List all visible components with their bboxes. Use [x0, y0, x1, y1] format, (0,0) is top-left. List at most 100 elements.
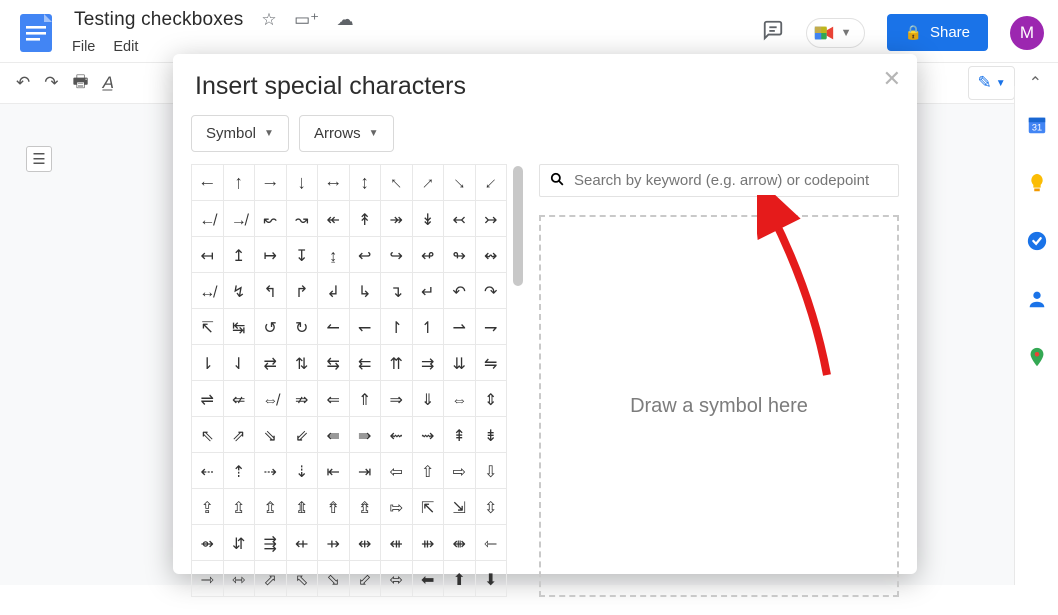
character-cell[interactable]: ⇽ — [475, 525, 507, 561]
character-cell[interactable]: ⇼ — [444, 525, 476, 561]
character-cell[interactable]: ↕ — [349, 165, 381, 201]
character-cell[interactable]: ⇡ — [223, 453, 255, 489]
character-cell[interactable]: ↸ — [192, 309, 224, 345]
character-cell[interactable]: ⇖ — [192, 417, 224, 453]
character-cell[interactable]: ↹ — [223, 309, 255, 345]
character-cell[interactable]: ⬅ — [412, 561, 444, 597]
character-cell[interactable]: ⇸ — [318, 525, 350, 561]
move-icon[interactable]: ▭⁺ — [294, 10, 319, 30]
character-cell[interactable]: ↬ — [444, 237, 476, 273]
star-icon[interactable]: ☆ — [261, 10, 276, 30]
character-cell[interactable]: ⬇ — [475, 561, 507, 597]
search-box[interactable] — [539, 164, 899, 197]
character-cell[interactable]: ⇨ — [444, 453, 476, 489]
character-cell[interactable]: ⇋ — [475, 345, 507, 381]
character-cell[interactable]: ⇢ — [255, 453, 287, 489]
maps-icon[interactable] — [1026, 346, 1048, 368]
undo-icon[interactable]: ↶ — [16, 73, 30, 93]
character-cell[interactable]: ⇕ — [475, 381, 507, 417]
editing-mode-button[interactable]: ✎ ▼ — [968, 66, 1014, 100]
character-cell[interactable]: ⇻ — [412, 525, 444, 561]
character-cell[interactable]: ⇏ — [286, 381, 318, 417]
character-cell[interactable]: ↮ — [192, 273, 224, 309]
character-cell[interactable]: ↯ — [223, 273, 255, 309]
character-cell[interactable]: ↘ — [444, 165, 476, 201]
calendar-icon[interactable]: 31 — [1026, 114, 1048, 136]
character-cell[interactable]: ⇈ — [381, 345, 413, 381]
character-cell[interactable]: ⇳ — [475, 489, 507, 525]
character-cell[interactable]: ⇾ — [192, 561, 224, 597]
character-cell[interactable]: ↤ — [192, 237, 224, 273]
character-cell[interactable]: ↨ — [318, 237, 350, 273]
character-cell[interactable]: ⇙ — [286, 417, 318, 453]
character-cell[interactable]: ↺ — [255, 309, 287, 345]
character-cell[interactable]: ⇧ — [412, 453, 444, 489]
character-cell[interactable]: ⇁ — [475, 309, 507, 345]
close-icon[interactable]: ✕ — [883, 66, 901, 92]
character-cell[interactable]: ⬄ — [381, 561, 413, 597]
character-cell[interactable]: ⇅ — [286, 345, 318, 381]
character-cell[interactable]: ↓ — [286, 165, 318, 201]
character-cell[interactable]: ↦ — [255, 237, 287, 273]
keep-icon[interactable] — [1026, 172, 1048, 194]
character-cell[interactable]: ⬁ — [286, 561, 318, 597]
share-button[interactable]: 🔒 Share — [887, 14, 988, 51]
character-cell[interactable]: ⇒ — [381, 381, 413, 417]
character-cell[interactable]: ⇄ — [255, 345, 287, 381]
character-cell[interactable]: ⇆ — [318, 345, 350, 381]
character-cell[interactable]: ↵ — [412, 273, 444, 309]
character-cell[interactable]: ↳ — [349, 273, 381, 309]
character-cell[interactable]: ⇗ — [223, 417, 255, 453]
character-cell[interactable]: ⇊ — [444, 345, 476, 381]
character-cell[interactable]: ⇝ — [412, 417, 444, 453]
character-cell[interactable]: ↫ — [412, 237, 444, 273]
character-cell[interactable]: ⇃ — [223, 345, 255, 381]
character-cell[interactable]: ⇇ — [349, 345, 381, 381]
character-cell[interactable]: ⇹ — [349, 525, 381, 561]
character-cell[interactable]: ⇑ — [349, 381, 381, 417]
character-cell[interactable]: ↔ — [318, 165, 350, 201]
character-cell[interactable]: ↴ — [381, 273, 413, 309]
character-cell[interactable]: ↭ — [475, 237, 507, 273]
character-cell[interactable]: ↡ — [412, 201, 444, 237]
character-cell[interactable]: ⇫ — [223, 489, 255, 525]
character-cell[interactable]: ⬆ — [444, 561, 476, 597]
subcategory-dropdown[interactable]: Arrows▼ — [299, 115, 394, 152]
draw-area[interactable]: Draw a symbol here — [539, 215, 899, 597]
comments-icon[interactable] — [762, 19, 784, 47]
character-cell[interactable]: ⇮ — [318, 489, 350, 525]
character-cell[interactable]: ⬀ — [255, 561, 287, 597]
character-cell[interactable]: ⇶ — [255, 525, 287, 561]
character-cell[interactable]: ⇬ — [255, 489, 287, 525]
character-cell[interactable]: ⬂ — [318, 561, 350, 597]
contacts-icon[interactable] — [1026, 288, 1048, 310]
character-cell[interactable]: ⇴ — [192, 525, 224, 561]
character-cell[interactable]: ⬃ — [349, 561, 381, 597]
character-cell[interactable]: ⇵ — [223, 525, 255, 561]
character-cell[interactable]: ⇞ — [444, 417, 476, 453]
character-cell[interactable]: ↾ — [381, 309, 413, 345]
character-cell[interactable]: ↱ — [286, 273, 318, 309]
character-cell[interactable]: ↶ — [444, 273, 476, 309]
character-cell[interactable]: ⇿ — [223, 561, 255, 597]
character-cell[interactable]: ↜ — [255, 201, 287, 237]
character-cell[interactable]: ↠ — [381, 201, 413, 237]
character-cell[interactable]: ⇺ — [381, 525, 413, 561]
character-cell[interactable]: ⇪ — [192, 489, 224, 525]
character-cell[interactable]: ⇣ — [286, 453, 318, 489]
character-cell[interactable]: ↩ — [349, 237, 381, 273]
character-cell[interactable]: ↽ — [349, 309, 381, 345]
character-cell[interactable]: ⇎ — [255, 381, 287, 417]
character-cell[interactable]: ↿ — [412, 309, 444, 345]
character-cell[interactable]: ↖ — [381, 165, 413, 201]
character-cell[interactable]: ⇤ — [318, 453, 350, 489]
character-cell[interactable]: ⇠ — [192, 453, 224, 489]
character-cell[interactable]: ↝ — [286, 201, 318, 237]
character-cell[interactable]: ⇐ — [318, 381, 350, 417]
character-cell[interactable]: ↛ — [223, 201, 255, 237]
scrollbar[interactable] — [513, 166, 523, 286]
character-cell[interactable]: ⇌ — [192, 381, 224, 417]
character-cell[interactable]: ⇍ — [223, 381, 255, 417]
character-cell[interactable]: ↟ — [349, 201, 381, 237]
character-cell[interactable]: ⇓ — [412, 381, 444, 417]
